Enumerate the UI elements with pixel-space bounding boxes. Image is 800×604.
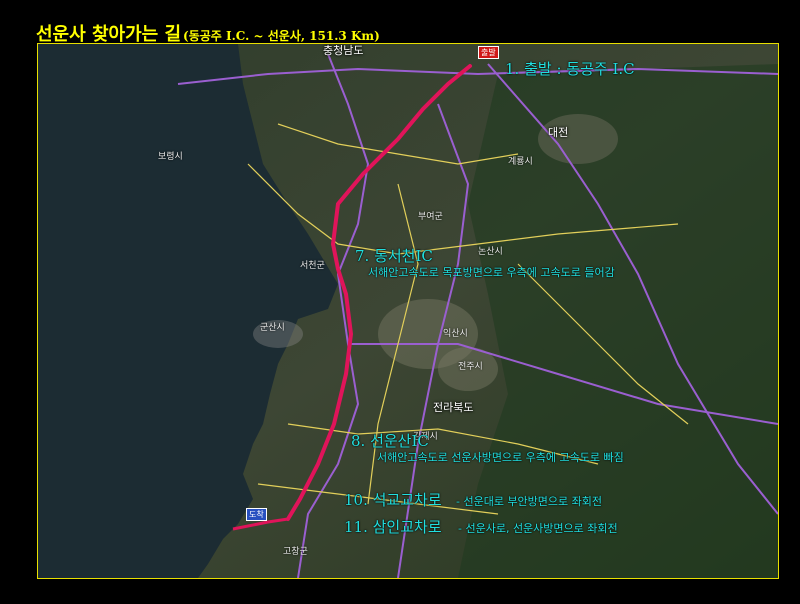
title-main: 선운사 찾아가는 길 xyxy=(36,24,182,45)
place-gunsan: 군산시 xyxy=(260,323,285,333)
place-seocheon: 서천군 xyxy=(300,261,325,271)
satellite-map[interactable]: 출발 도착 충청남도 전라북도 대전 군산시 서천군 익산시 전주시 김제시 부… xyxy=(37,43,779,579)
end-marker: 도착 xyxy=(246,508,267,521)
region-daejeon-label: 대전 xyxy=(548,126,569,139)
annotation-step10: 10. 석교교차로 xyxy=(344,491,442,509)
place-gochang: 고창군 xyxy=(283,547,308,557)
start-marker: 출발 xyxy=(478,46,499,59)
annotation-step7-note: 서해안고속도로 목포방면으로 우측에 고속도로 들어감 xyxy=(368,266,615,279)
place-nonsan: 논산시 xyxy=(478,247,503,257)
annotation-step10-note: - 선운대로 부안방면으로 좌회전 xyxy=(456,495,603,508)
place-iksan: 익산시 xyxy=(443,329,468,339)
annotation-step7: 7. 동서천IC xyxy=(355,247,433,265)
title-sub: (동공주 I.C. ~ 선운사, 151.3 Km) xyxy=(183,29,380,43)
region-north-label: 충청남도 xyxy=(323,44,364,57)
annotation-step8-note: 서해안고속도로 선운사방면으로 우측에 고속도로 빠짐 xyxy=(377,451,624,464)
place-jeonju: 전주시 xyxy=(458,362,483,372)
place-buyeo: 부여군 xyxy=(418,212,443,222)
place-gyeryong: 계룡시 xyxy=(508,157,533,167)
annotation-step11: 11. 삼인교차로 xyxy=(344,518,442,536)
annotation-step1: 1. 출발 : 동공주 I.C xyxy=(505,60,635,78)
place-boryeong: 보령시 xyxy=(158,152,183,162)
annotation-step8: 8. 선운산IC xyxy=(351,432,429,450)
region-south-label: 전라북도 xyxy=(433,401,474,414)
annotation-step11-note: - 선운사로, 선운사방면으로 좌회전 xyxy=(458,522,618,535)
